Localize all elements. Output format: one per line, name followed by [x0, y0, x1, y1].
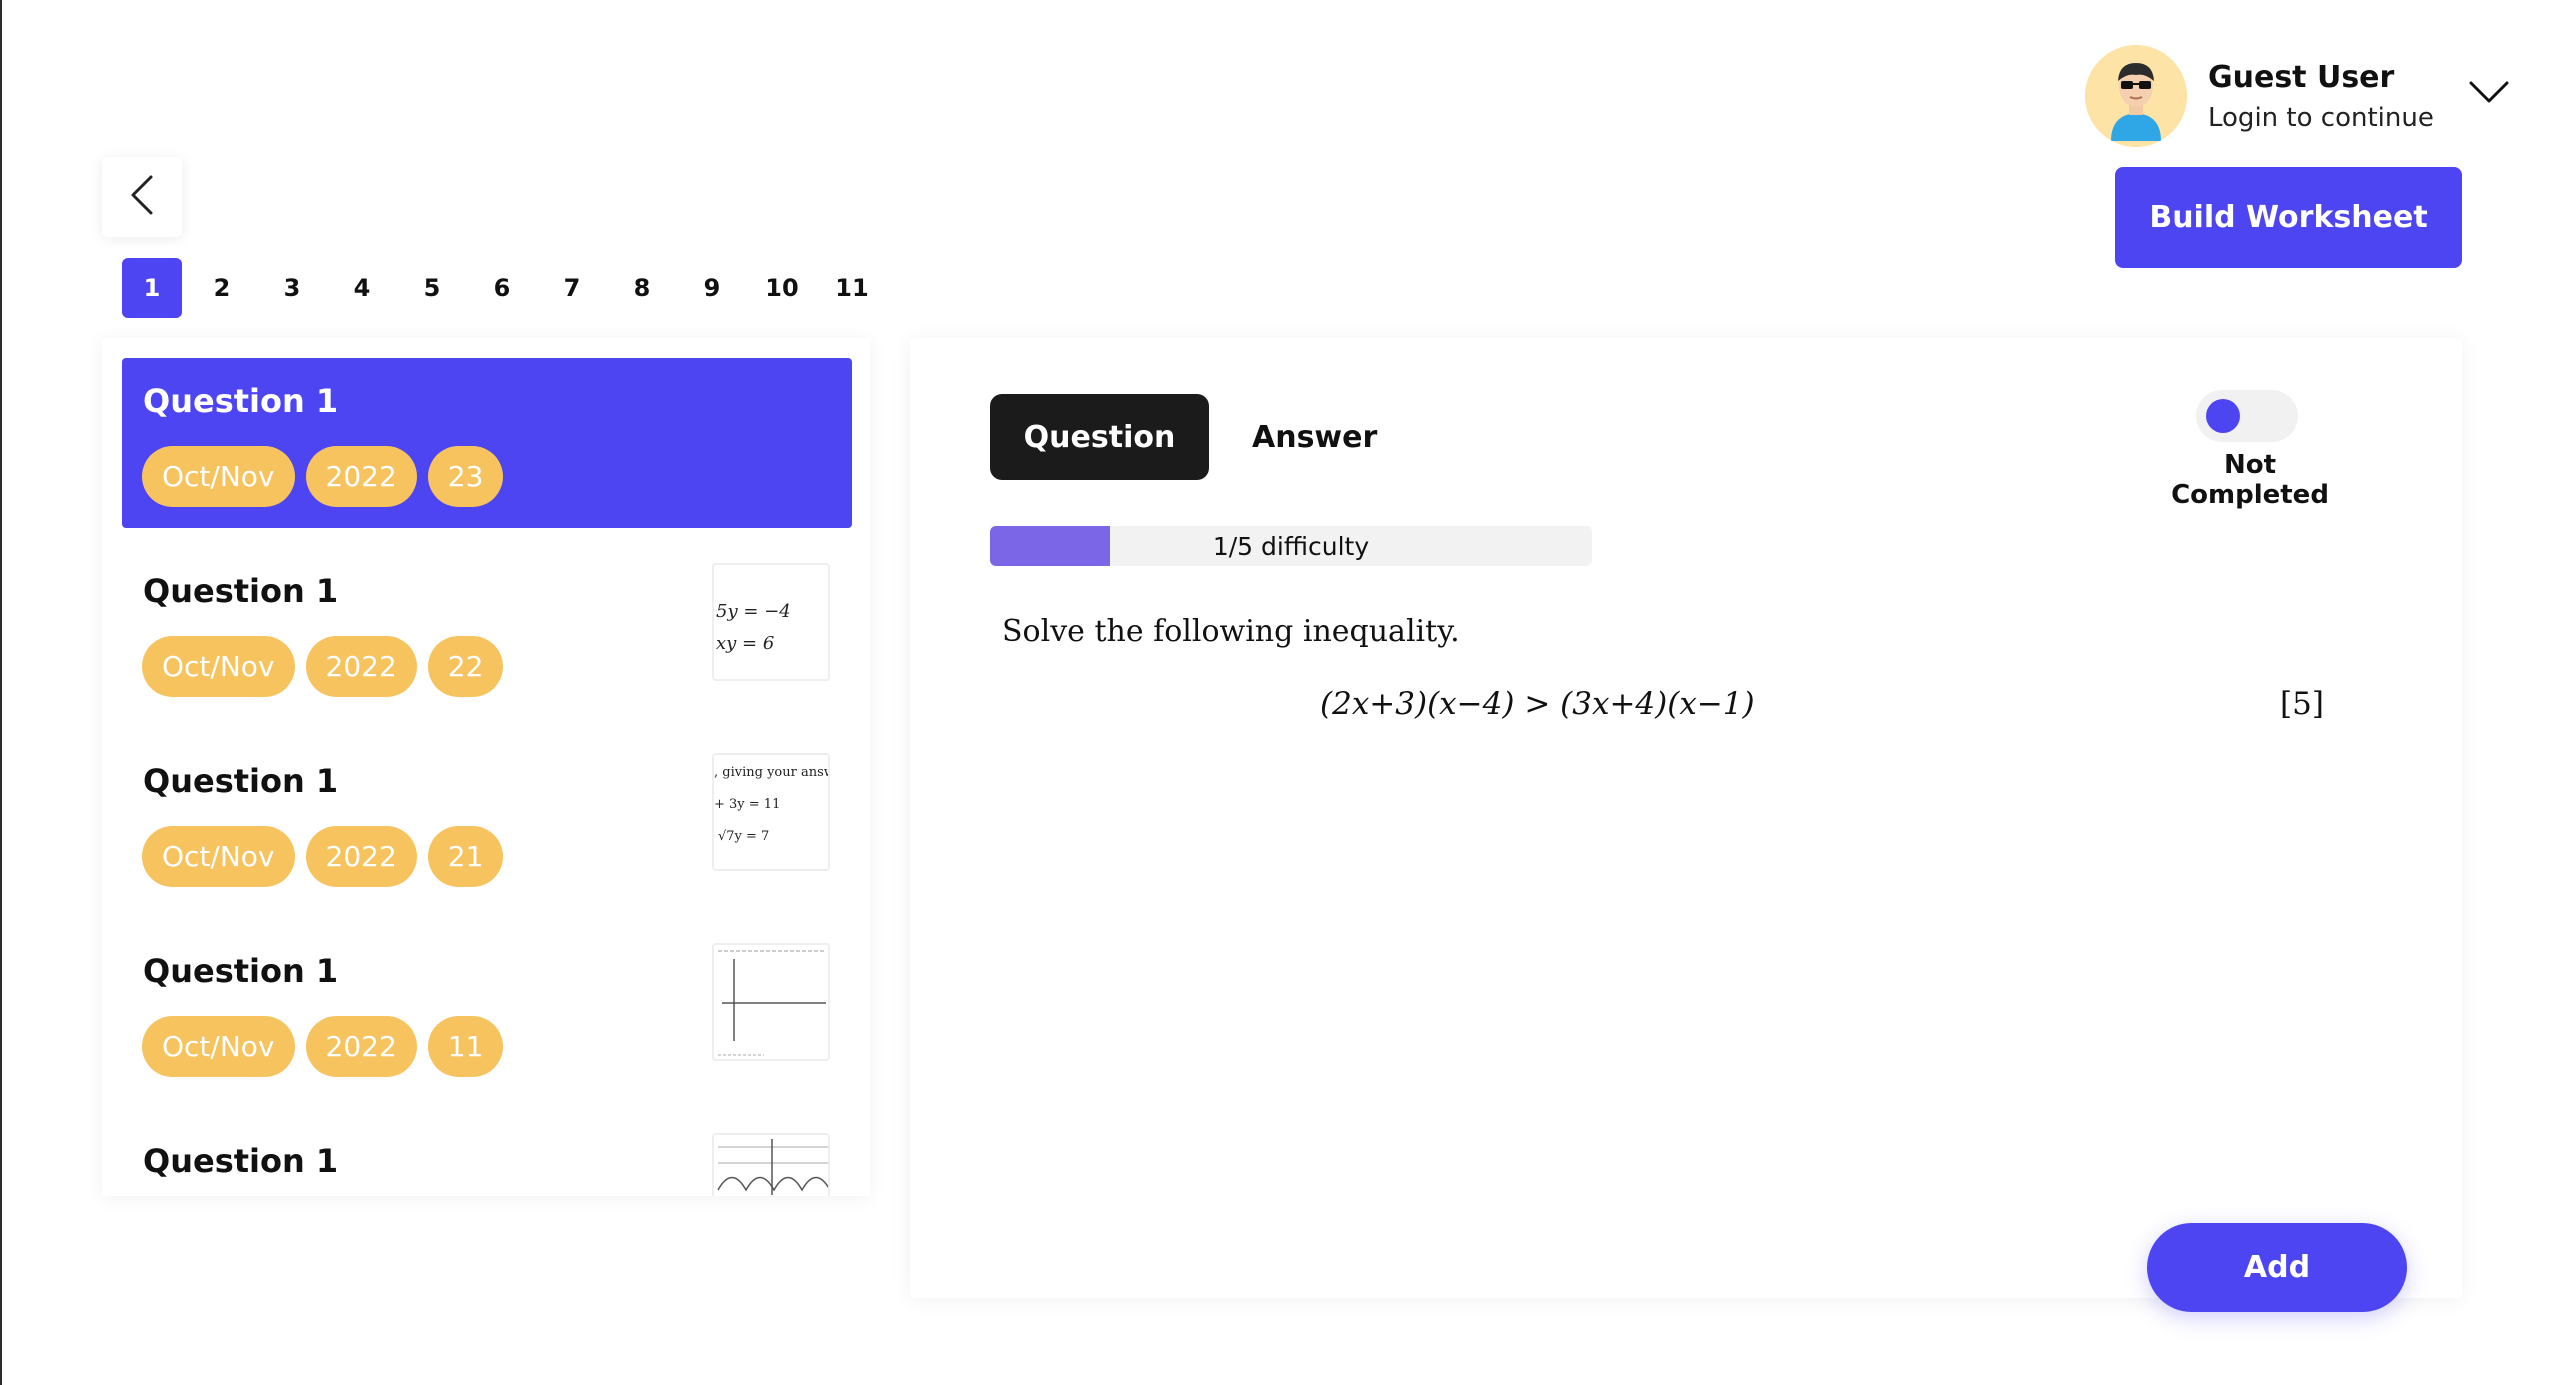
user-name: Guest User: [2208, 60, 2395, 95]
question-thumbnail: [712, 1133, 830, 1196]
page-6[interactable]: 6: [472, 258, 532, 318]
page-10[interactable]: 10: [752, 258, 812, 318]
page-3[interactable]: 3: [262, 258, 322, 318]
question-list: Question 1 Oct/Nov 2022 23 Question 1 Oc…: [102, 338, 870, 1196]
question-thumbnail: [712, 943, 830, 1061]
paper-chip: 23: [427, 446, 504, 507]
session-chip: Oct/Nov: [142, 1016, 295, 1077]
page-4[interactable]: 4: [332, 258, 392, 318]
thumb-line: 5y = −4: [716, 601, 791, 622]
paper-chip: 11: [427, 1016, 504, 1077]
question-thumbnail: 5y = −4 xy = 6: [712, 563, 830, 681]
question-list-item[interactable]: Question 1 Oct/Nov 2022 22 5y = −4 xy = …: [122, 548, 852, 718]
build-worksheet-button[interactable]: Build Worksheet: [2115, 167, 2462, 268]
year-chip: 2022: [305, 446, 417, 507]
question-title: Question 1: [143, 382, 339, 420]
thumb-line: + 3y = 11: [714, 797, 781, 812]
question-expression: (2x+3)(x−4) > (3x+4)(x−1): [1320, 686, 1755, 722]
back-button[interactable]: [102, 157, 182, 237]
completion-toggle[interactable]: [2196, 390, 2298, 442]
difficulty-bar: 1/5 difficulty: [990, 526, 1592, 566]
page-1[interactable]: 1: [122, 258, 182, 318]
session-chip: Oct/Nov: [142, 826, 295, 887]
page-2[interactable]: 2: [192, 258, 252, 318]
paper-chip: 21: [427, 826, 504, 887]
question-list-item[interactable]: Question 1: [122, 1118, 852, 1196]
year-chip: 2022: [305, 826, 417, 887]
thumb-line: xy = 6: [716, 633, 775, 654]
guest-avatar-icon: [2085, 45, 2187, 147]
add-button[interactable]: Add: [2147, 1223, 2407, 1312]
question-marks: [5]: [2280, 686, 2324, 722]
question-list-item[interactable]: Question 1 Oct/Nov 2022 11: [122, 928, 852, 1098]
difficulty-label: 1/5 difficulty: [1212, 531, 1370, 561]
question-detail-panel: Question Answer Not Completed 1/5 diffic…: [910, 338, 2462, 1312]
page-11[interactable]: 11: [822, 258, 882, 318]
question-thumbnail: , giving your answ + 3y = 11 √7y = 7: [712, 753, 830, 871]
window-edge: [0, 0, 2, 1385]
year-chip: 2022: [305, 636, 417, 697]
tab-question[interactable]: Question: [990, 394, 1209, 480]
toggle-knob: [2206, 399, 2240, 433]
login-prompt[interactable]: Login to continue: [2208, 103, 2434, 133]
session-chip: Oct/Nov: [142, 446, 295, 507]
thumb-line: √7y = 7: [718, 829, 770, 844]
question-list-item[interactable]: Question 1 Oct/Nov 2022 23: [122, 358, 852, 528]
page-7[interactable]: 7: [542, 258, 602, 318]
page-9[interactable]: 9: [682, 258, 742, 318]
graph-thumbnail-icon: [718, 950, 826, 1056]
chevron-left-icon: [127, 173, 157, 221]
session-chip: Oct/Nov: [142, 636, 295, 697]
chevron-down-icon[interactable]: [2467, 77, 2511, 107]
question-list-item[interactable]: Question 1 Oct/Nov 2022 21 , giving your…: [122, 738, 852, 908]
year-chip: 2022: [305, 1016, 417, 1077]
question-title: Question 1: [143, 762, 339, 800]
tab-answer[interactable]: Answer: [1240, 394, 1389, 480]
page-5[interactable]: 5: [402, 258, 462, 318]
question-title: Question 1: [143, 572, 339, 610]
graph-thumbnail-icon: [717, 1139, 828, 1195]
page-8[interactable]: 8: [612, 258, 672, 318]
paper-chip: 22: [427, 636, 504, 697]
user-menu[interactable]: Guest User Login to continue: [2085, 45, 2551, 150]
completion-status: Not Completed: [2171, 450, 2329, 510]
question-title: Question 1: [143, 952, 339, 990]
thumb-line: , giving your answ: [714, 765, 830, 780]
question-title: Question 1: [143, 1142, 339, 1180]
question-text: Solve the following inequality.: [1002, 614, 1460, 649]
